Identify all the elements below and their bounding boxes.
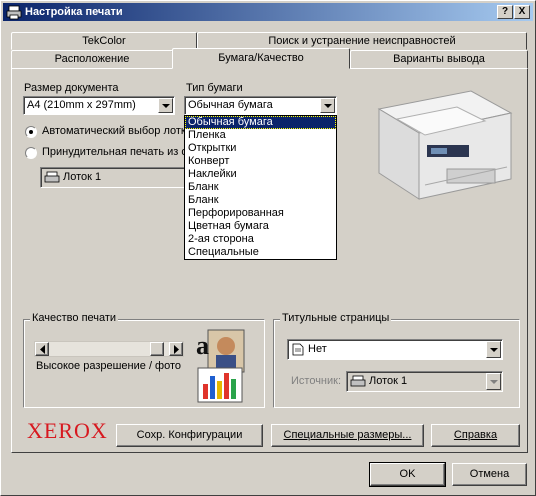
close-button[interactable]: X bbox=[514, 5, 530, 19]
paper-type-option[interactable]: Открытки bbox=[185, 142, 336, 155]
save-config-button[interactable]: Сохр. Конфигурации bbox=[116, 424, 263, 447]
paper-type-option[interactable]: Бланк bbox=[185, 181, 336, 194]
quality-slider-thumb[interactable] bbox=[150, 342, 164, 356]
cancel-button[interactable]: Отмена bbox=[452, 463, 527, 486]
window-title: Настройка печати bbox=[25, 6, 123, 18]
paper-type-option[interactable]: Конверт bbox=[185, 155, 336, 168]
tray-select[interactable]: Лоток 1 bbox=[40, 167, 190, 188]
quality-slider-track[interactable] bbox=[34, 341, 184, 357]
paper-type-option[interactable]: Наклейки bbox=[185, 168, 336, 181]
arrow-left-icon bbox=[40, 345, 45, 354]
printer-illustration bbox=[377, 90, 513, 200]
paper-type-options-list[interactable]: Обычная бумага Пленка Открытки Конверт Накле… bbox=[184, 115, 337, 260]
tab-paper-quality[interactable]: Бумага/Качество bbox=[172, 48, 350, 69]
quality-slider-label: Высокое разрешение / фото bbox=[36, 360, 182, 372]
slider-left-button[interactable] bbox=[35, 342, 49, 356]
paper-type-option[interactable]: Обычная бумага bbox=[185, 116, 336, 129]
tab-layout[interactable]: Расположение bbox=[11, 50, 173, 69]
svg-text:a: a bbox=[196, 331, 209, 360]
paper-size-label: Размер документа bbox=[24, 82, 119, 94]
ok-button[interactable]: OK bbox=[369, 462, 446, 487]
source-label: Источник: bbox=[291, 375, 342, 387]
special-sizes-button[interactable]: Специальные размеры... bbox=[271, 424, 424, 447]
slider-right-button[interactable] bbox=[169, 342, 183, 356]
title-bar[interactable]: Настройка печати ? X bbox=[3, 3, 533, 21]
xerox-logo: XEROX bbox=[27, 418, 108, 443]
chevron-down-icon bbox=[324, 104, 332, 108]
paper-size-select[interactable]: A4 (210mm x 297mm) bbox=[23, 96, 175, 115]
title-pages-group: Титульные страницы bbox=[273, 312, 520, 408]
chevron-down-icon bbox=[490, 348, 498, 352]
tab-tekcolor[interactable]: TekColor bbox=[11, 32, 197, 50]
paper-type-option[interactable]: Специальные bbox=[185, 246, 336, 259]
paper-type-option[interactable]: Перфорированная bbox=[185, 207, 336, 220]
force-tray-label: Принудительная печать из о bbox=[42, 146, 184, 158]
paper-type-option[interactable]: Цветная бумага bbox=[185, 220, 336, 233]
title-pages-dropdown-button[interactable] bbox=[486, 341, 501, 358]
paper-type-select[interactable]: Обычная бумага bbox=[184, 96, 337, 115]
title-pages-select[interactable]: Нет bbox=[287, 339, 503, 360]
photo-graphics-icon: a bbox=[196, 329, 245, 403]
help-title-button[interactable]: ? bbox=[497, 5, 513, 19]
tab-output-options[interactable]: Варианты вывода bbox=[350, 50, 528, 69]
paper-tray-icon bbox=[44, 171, 60, 183]
source-select[interactable]: Лоток 1 bbox=[346, 371, 503, 392]
document-icon bbox=[292, 343, 304, 356]
paper-type-option[interactable]: 2-ая сторона bbox=[185, 233, 336, 246]
paper-size-dropdown-button[interactable] bbox=[158, 98, 173, 113]
chevron-down-icon bbox=[162, 104, 170, 108]
printer-icon bbox=[6, 5, 22, 20]
paper-tray-icon bbox=[350, 375, 366, 387]
auto-tray-radio[interactable] bbox=[25, 126, 37, 138]
paper-type-option[interactable]: Пленка bbox=[185, 129, 336, 142]
chevron-down-icon bbox=[490, 380, 498, 384]
paper-type-label: Тип бумаги bbox=[186, 82, 243, 94]
print-settings-window: Настройка печати ? X TekColor Поиск и ус… bbox=[0, 0, 536, 496]
auto-tray-label: Автоматический выбор лотк bbox=[42, 125, 184, 137]
help-button[interactable]: Справка bbox=[431, 424, 520, 447]
force-tray-radio[interactable] bbox=[25, 147, 37, 159]
paper-type-dropdown-button[interactable] bbox=[320, 98, 335, 113]
paper-type-option[interactable]: Бланк bbox=[185, 194, 336, 207]
arrow-right-icon bbox=[174, 345, 179, 354]
source-dropdown-button[interactable] bbox=[486, 373, 501, 390]
